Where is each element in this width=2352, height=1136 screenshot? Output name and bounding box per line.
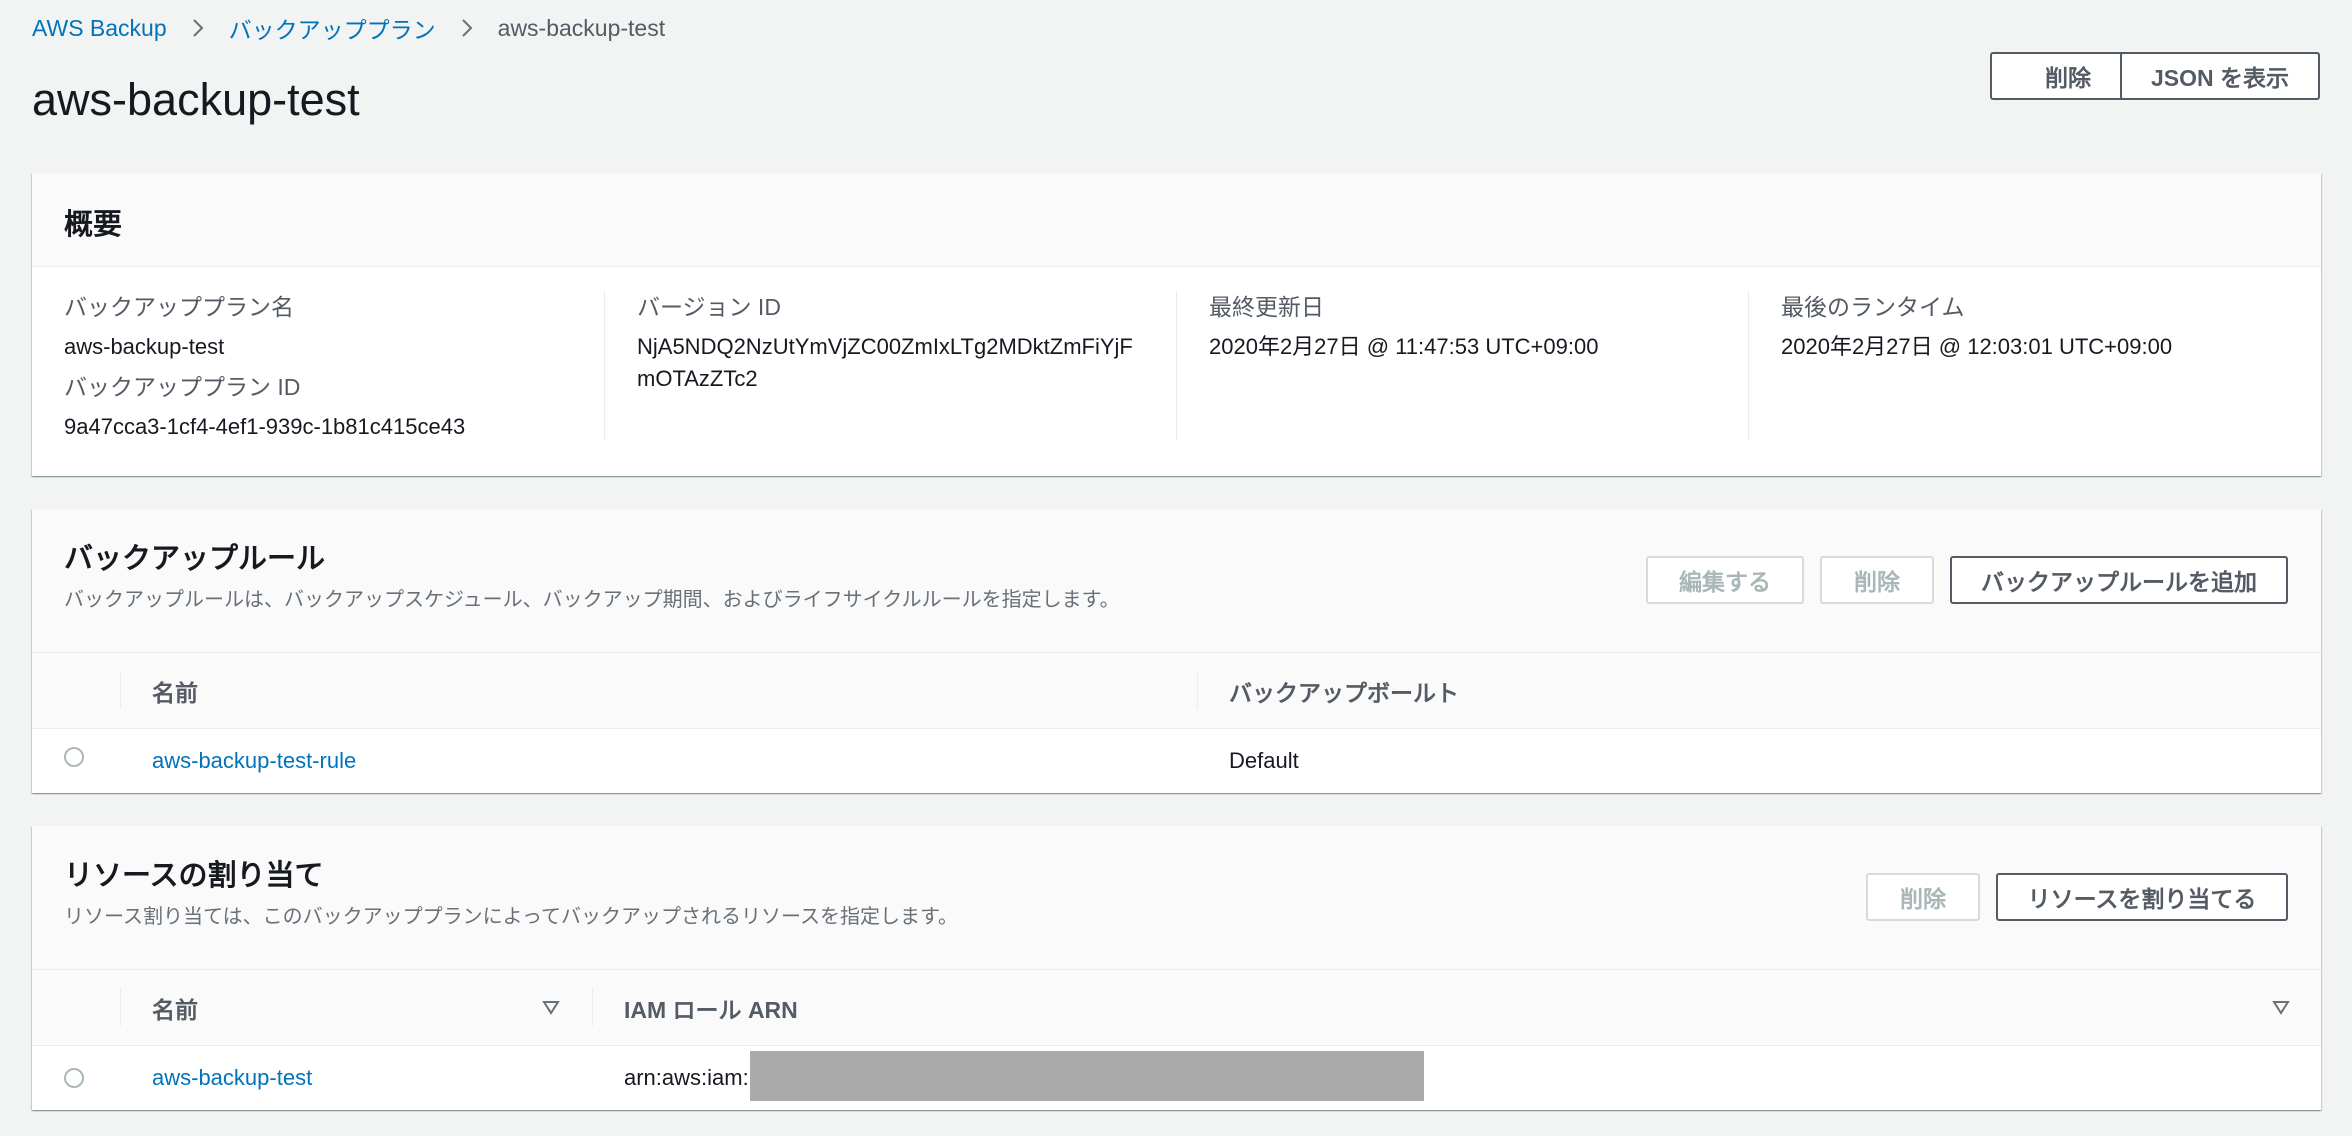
table-row[interactable]: aws-backup-test arn:aws:iam: (32, 1046, 2321, 1110)
rules-table-header: 名前 バックアップボールト (32, 652, 2321, 729)
summary-title: 概要 (64, 209, 123, 241)
breadcrumb-backup-plans-link[interactable]: バックアッププラン (229, 11, 436, 45)
last-updated-value: 2020年2月27日 @ 11:47:53 UTC+09:00 (1209, 334, 1599, 359)
page-title: aws-backup-test (32, 74, 360, 125)
last-updated-label: 最終更新日 (1209, 294, 1324, 320)
version-id-value: NjA5NDQ2NzUtYmVjZC00ZmIxLTg2MDktZmFiYjFm… (637, 334, 1133, 391)
backup-rules-panel: バックアップルール バックアップルールは、バックアップスケジュール、バックアップ… (32, 509, 2321, 793)
redacted-block (750, 1051, 1424, 1101)
edit-rule-button[interactable]: 編集する (1646, 556, 1804, 604)
last-runtime-label: 最後のランタイム (1781, 294, 1965, 320)
summary-body: バックアッププラン名 aws-backup-test バックアッププラン ID … (32, 291, 2321, 441)
chevron-right-icon (191, 17, 205, 39)
delete-assignment-button[interactable]: 削除 (1866, 873, 1980, 921)
summary-col-plan: バックアッププラン名 aws-backup-test バックアッププラン ID … (64, 291, 636, 441)
chevron-right-icon (460, 17, 474, 39)
add-backup-rule-button[interactable]: バックアップルールを追加 (1950, 556, 2288, 604)
row-select-radio[interactable] (64, 747, 84, 767)
table-row[interactable]: aws-backup-test-rule Default (32, 729, 2321, 793)
plan-id-value: 9a47cca3-1cf4-4ef1-939c-1b81c415ce43 (64, 414, 466, 439)
backup-rules-header: バックアップルール バックアップルールは、バックアップスケジュール、バックアップ… (32, 509, 2321, 652)
backup-rules-description: バックアップルールは、バックアップスケジュール、バックアップ期間、およびライフサ… (64, 589, 1120, 611)
resource-assignments-panel: リソースの割り当て リソース割り当ては、このバックアッププランによってバックアッ… (32, 826, 2321, 1110)
sort-triangle-icon[interactable] (2272, 999, 2290, 1020)
summary-col-updated: 最終更新日 2020年2月27日 @ 11:47:53 UTC+09:00 (1176, 291, 1748, 441)
rules-col-name[interactable]: 名前 (152, 653, 198, 728)
summary-col-last-run: 最後のランタイム 2020年2月27日 @ 12:03:01 UTC+09:00 (1748, 291, 2320, 441)
rule-vault-value: Default (1229, 748, 1299, 773)
resources-col-iam-role-arn[interactable]: IAM ロール ARN (624, 970, 798, 1045)
row-select-radio[interactable] (64, 1068, 84, 1088)
plan-name-label: バックアッププラン名 (64, 294, 294, 320)
summary-panel: 概要 バックアッププラン名 aws-backup-test バックアッププラン … (32, 173, 2321, 476)
resource-assignments-description: リソース割り当ては、このバックアッププランによってバックアップされるリソースを指… (64, 906, 958, 928)
sort-triangle-icon[interactable] (542, 999, 560, 1020)
assign-resources-button[interactable]: リソースを割り当てる (1996, 873, 2288, 921)
plan-id-label: バックアッププラン ID (64, 374, 301, 400)
breadcrumb-aws-backup-link[interactable]: AWS Backup (32, 15, 167, 42)
delete-rule-button[interactable]: 削除 (1820, 556, 1934, 604)
iam-role-arn-value: arn:aws:iam: (624, 1065, 749, 1090)
breadcrumb-current: aws-backup-test (497, 14, 666, 41)
breadcrumb: AWS Backup バックアッププラン aws-backup-test (32, 12, 665, 44)
view-json-button[interactable]: JSON を表示 (2120, 52, 2320, 100)
resources-col-name[interactable]: 名前 (152, 970, 198, 1045)
resource-assignments-title: リソースの割り当て (64, 860, 324, 892)
summary-header: 概要 (32, 173, 2321, 267)
plan-name-value: aws-backup-test (64, 334, 225, 359)
resource-name-link[interactable]: aws-backup-test (152, 1046, 312, 1110)
summary-col-version: バージョン ID NjA5NDQ2NzUtYmVjZC00ZmIxLTg2MDk… (604, 291, 1176, 441)
backup-rules-title: バックアップルール (64, 543, 326, 575)
resources-table-header: 名前 IAM ロール ARN (32, 969, 2321, 1046)
resource-assignments-header: リソースの割り当て リソース割り当ては、このバックアッププランによってバックアッ… (32, 826, 2321, 969)
rule-name-link[interactable]: aws-backup-test-rule (152, 729, 356, 793)
version-id-label: バージョン ID (637, 294, 781, 320)
rules-col-vault[interactable]: バックアップボールト (1229, 653, 1459, 728)
last-runtime-value: 2020年2月27日 @ 12:03:01 UTC+09:00 (1781, 334, 2173, 359)
